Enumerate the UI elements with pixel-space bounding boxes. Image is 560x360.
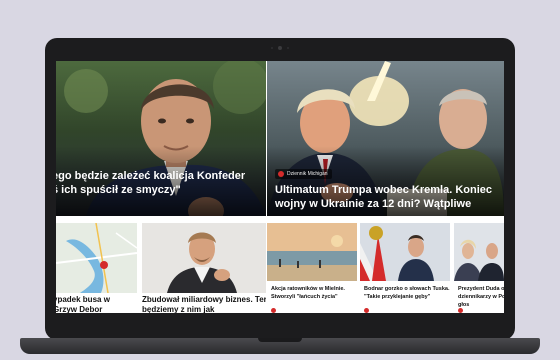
hero-story-right[interactable]: Dziennik Michigan Ultimatum Trumpa wobec… bbox=[267, 61, 504, 216]
card-caption-line1: Prezydent Duda od bbox=[458, 286, 504, 292]
source-badge: Dziennik Michigan bbox=[275, 169, 332, 179]
card-caption: ypadek busa w Grzyw Debor bbox=[56, 295, 110, 313]
card-caption: Bodnar gorzko o słowach Tuska. "Takie pr… bbox=[364, 285, 449, 301]
card-caption-line1: Bodnar gorzko o słowach Tuska. bbox=[364, 286, 450, 292]
hero-left-headline[interactable]: ego będzie zależeć koalicja Konfeder ś i… bbox=[56, 169, 266, 197]
source-logo-icon bbox=[364, 308, 369, 313]
news-card-duda[interactable]: Prezydent Duda od dziennikarzy w Pol gło… bbox=[454, 223, 504, 313]
map-thumbnail bbox=[56, 223, 137, 293]
press-conference-photo bbox=[360, 223, 450, 281]
card-caption-line2: Grzyw Debor bbox=[56, 305, 103, 313]
card-caption-line3: głos bbox=[458, 302, 470, 308]
card-caption: Akcja ratowników w Mielnie. Stworzyli "ł… bbox=[271, 285, 345, 301]
sensor-right bbox=[287, 47, 289, 49]
source-logo-icon bbox=[278, 171, 284, 177]
president-photo bbox=[454, 223, 504, 281]
card-caption-line1: ypadek busa w bbox=[56, 295, 110, 304]
news-card-beach[interactable]: Akcja ratowników w Mielnie. Stworzyli "ł… bbox=[267, 223, 357, 313]
card-caption-line2: Stworzyli "łańcuch życia" bbox=[271, 294, 338, 300]
news-card-map[interactable]: ypadek busa w Grzyw Debor bbox=[56, 223, 137, 313]
card-caption: Zbudował miliardowy biznes. Teraz będzie… bbox=[142, 295, 266, 313]
hero-right-headline[interactable]: Ultimatum Trumpa wobec Kremla. Koniec wo… bbox=[275, 183, 500, 211]
hero-left-headline-line2: ś ich spuścił ze smyczy" bbox=[56, 184, 181, 196]
sensor-left bbox=[271, 47, 273, 49]
source-logo-icon bbox=[458, 308, 463, 313]
news-card-business[interactable]: Zbudował miliardowy biznes. Teraz będzie… bbox=[142, 223, 266, 313]
card-caption-line2: dziennikarzy w Pol bbox=[458, 294, 504, 300]
hero-story-left[interactable]: ego będzie zależeć koalicja Konfeder ś i… bbox=[56, 61, 266, 216]
card-caption: Prezydent Duda od dziennikarzy w Pol gło… bbox=[458, 285, 504, 309]
trackpad-notch bbox=[258, 338, 302, 342]
source-name: Dziennik Michigan bbox=[287, 171, 328, 177]
webcam bbox=[278, 46, 282, 50]
beach-photo bbox=[267, 223, 357, 281]
card-caption-line1: Akcja ratowników w Mielnie. bbox=[271, 286, 345, 292]
hero-left-headline-line1: ego będzie zależeć koalicja Konfeder bbox=[56, 170, 246, 182]
news-screen: ego będzie zależeć koalicja Konfeder ś i… bbox=[56, 61, 504, 313]
card-caption-line1: Zbudował miliardowy biznes. Teraz bbox=[142, 295, 266, 304]
news-card-bodnar[interactable]: Bodnar gorzko o słowach Tuska. "Takie pr… bbox=[360, 223, 450, 313]
card-caption-line2: "Takie przyklejanie gęby" bbox=[364, 294, 431, 300]
laptop-base bbox=[20, 338, 540, 354]
source-logo-icon bbox=[271, 308, 276, 313]
card-caption-line2: będziemy z nim jak bbox=[142, 305, 215, 313]
businessman-photo bbox=[142, 223, 266, 293]
